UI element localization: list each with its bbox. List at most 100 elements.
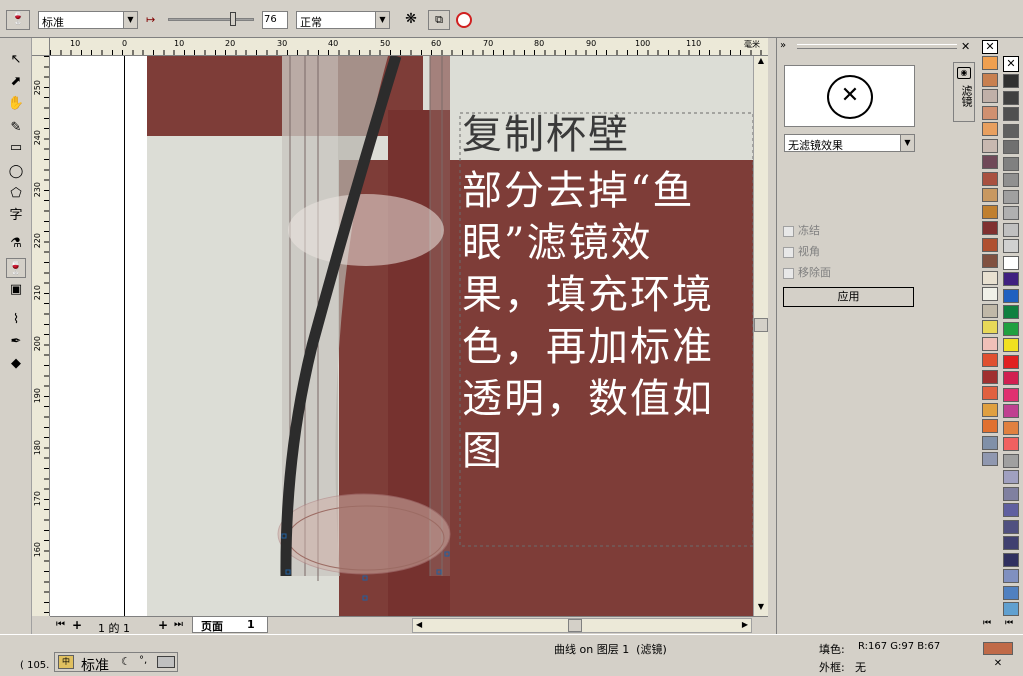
h-scroll-thumb[interactable] (568, 619, 582, 632)
color-swatch[interactable] (982, 138, 998, 153)
color-swatch[interactable] (982, 320, 998, 334)
eyedropper-tool-icon[interactable]: ⌇ (6, 310, 26, 330)
ellipse-tool-icon[interactable]: ◯ (6, 162, 26, 182)
pan-tool-icon[interactable]: ✋ (6, 94, 26, 114)
color-swatch[interactable] (982, 336, 998, 351)
chevron-down-icon[interactable]: ▼ (375, 12, 389, 28)
color-swatch[interactable] (1003, 585, 1019, 600)
color-swatch[interactable] (982, 270, 998, 285)
color-swatch[interactable] (1003, 519, 1019, 534)
color-swatch[interactable] (1003, 123, 1019, 138)
text-tool-icon[interactable]: 字 (6, 206, 26, 226)
no-color-swatch[interactable]: ✕ (1003, 56, 1019, 72)
moon-icon[interactable]: ☾ (121, 655, 131, 668)
add-page-icon[interactable]: + (72, 618, 82, 632)
color-swatch[interactable] (1003, 255, 1019, 270)
checkbox-box[interactable] (783, 267, 794, 279)
vertical-scrollbar[interactable]: ▲ ▼ (753, 56, 768, 616)
color-swatch[interactable] (1003, 189, 1019, 204)
color-swatch[interactable] (1003, 206, 1019, 220)
color-swatch[interactable] (982, 254, 998, 268)
scroll-up-icon[interactable]: ▲ (754, 56, 768, 70)
color-swatch[interactable] (1003, 338, 1019, 352)
color-swatch[interactable] (1003, 239, 1019, 253)
palette-scroll-icon[interactable]: ⏮ (983, 618, 991, 628)
ruler-corner[interactable] (32, 38, 50, 56)
rectangle-tool-icon[interactable]: ▭ (6, 138, 26, 158)
color-swatch[interactable] (982, 89, 998, 103)
color-swatch[interactable] (982, 155, 998, 169)
freeze-checkbox[interactable]: 冻结 (783, 222, 820, 238)
first-page-icon[interactable]: ⏮ (56, 619, 65, 630)
keyboard-icon[interactable] (157, 656, 175, 668)
chevron-down-icon[interactable]: ▼ (123, 12, 137, 28)
color-swatch[interactable] (982, 221, 998, 235)
color-swatch[interactable] (1003, 569, 1019, 583)
color-swatch[interactable] (982, 204, 998, 219)
color-swatch[interactable] (1003, 503, 1019, 517)
fill-color-swatch[interactable] (983, 642, 1013, 655)
freehand-tool-icon[interactable]: ✎ (6, 118, 26, 138)
checkbox-box[interactable] (783, 225, 794, 237)
color-swatch[interactable] (1003, 272, 1019, 286)
viewpoint-checkbox[interactable]: 视角 (783, 243, 820, 259)
color-swatch[interactable] (1003, 107, 1019, 121)
last-page-icon[interactable]: ⏭ (174, 619, 183, 630)
color-swatch[interactable] (982, 369, 998, 384)
color-swatch[interactable] (982, 419, 998, 433)
drawing-canvas[interactable]: 复制杯壁 部分去掉“鱼 眼”滤镜效 果，填充环境 色，再加标准 透明，数值如 图 (50, 56, 753, 616)
color-swatch[interactable] (1003, 486, 1019, 501)
color-swatch[interactable] (1003, 453, 1019, 468)
color-swatch[interactable] (1003, 536, 1019, 550)
checkbox-box[interactable] (783, 246, 794, 258)
page-tab[interactable]: 页面 1 (192, 617, 268, 633)
color-swatch[interactable] (1003, 470, 1019, 484)
color-swatch[interactable] (982, 56, 998, 70)
color-swatch[interactable] (1003, 321, 1019, 336)
color-swatch[interactable] (1003, 140, 1019, 154)
transparency-tool-icon[interactable]: 🍷 (6, 10, 30, 30)
clear-icon[interactable] (456, 12, 472, 28)
outline-none-icon[interactable]: ✕ (983, 658, 1013, 670)
color-swatch[interactable] (982, 287, 998, 301)
punct-icon[interactable]: °, (139, 655, 147, 666)
scroll-right-icon[interactable]: ▶ (742, 620, 748, 629)
color-swatch[interactable] (982, 171, 998, 186)
pick-tool-icon[interactable]: ↖ (6, 50, 26, 70)
palette-scroll-icon[interactable]: ⏮ (1005, 618, 1013, 628)
remove-face-checkbox[interactable]: 移除面 (783, 264, 831, 280)
add-page-icon[interactable]: + (158, 618, 168, 632)
color-swatch[interactable] (982, 435, 998, 450)
color-swatch[interactable] (1003, 288, 1019, 303)
transparency-tool-icon[interactable]: 🍷 (6, 258, 26, 278)
vertical-ruler[interactable]: 250 240 230 220 210 200 190 180 170 160 (32, 56, 50, 616)
contour-tool-icon[interactable]: ▣ (6, 280, 26, 300)
color-swatch[interactable] (982, 353, 998, 367)
interactive-fill-icon[interactable]: ⚗ (6, 234, 26, 254)
outline-tool-icon[interactable]: ✒ (6, 332, 26, 352)
scroll-down-icon[interactable]: ▼ (754, 602, 768, 616)
color-swatch[interactable] (982, 122, 998, 136)
color-swatch[interactable] (982, 188, 998, 202)
scroll-left-icon[interactable]: ◀ (416, 620, 422, 629)
shape-tool-icon[interactable]: ⬈ (6, 72, 26, 92)
ime-logo-icon[interactable]: 中 (58, 655, 74, 669)
fill-tool-icon[interactable]: ◆ (6, 354, 26, 374)
mode-combo[interactable]: 正常 ▼ (296, 11, 390, 29)
preset-combo[interactable]: 标准 ▼ (38, 11, 138, 29)
close-icon[interactable]: ✕ (961, 40, 970, 53)
color-swatch[interactable] (1003, 552, 1019, 567)
filter-select[interactable]: 无滤镜效果 ▼ (784, 134, 915, 152)
ime-toolbar[interactable]: 中 标准 ☾ °, (54, 652, 178, 674)
color-swatch[interactable] (982, 72, 998, 87)
color-swatch[interactable] (1003, 602, 1019, 616)
polygon-tool-icon[interactable]: ⬠ (6, 184, 26, 204)
slider-thumb[interactable] (230, 12, 236, 26)
color-swatch[interactable] (1003, 305, 1019, 319)
copy-icon[interactable]: ⧉ (428, 10, 450, 30)
horizontal-ruler[interactable]: 10 0 10 20 30 40 50 60 70 80 90 100 110 … (50, 38, 768, 56)
blend-slider[interactable] (168, 18, 254, 21)
color-swatch[interactable] (982, 452, 998, 466)
color-swatch[interactable] (982, 303, 998, 318)
apply-button[interactable]: 应用 (783, 287, 914, 307)
